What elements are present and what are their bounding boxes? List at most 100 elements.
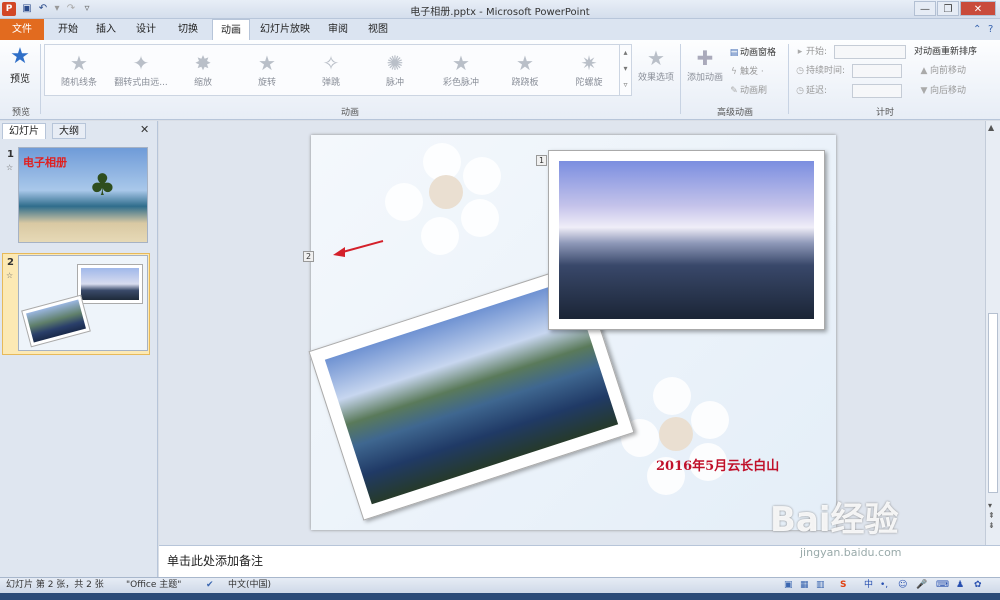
star-icon: ★: [452, 51, 470, 75]
group-separator: [788, 44, 789, 114]
tab-design[interactable]: 设计: [128, 19, 164, 40]
snow-mountain-image: [559, 161, 814, 319]
group-separator: [40, 44, 41, 114]
animation-pane-icon: ▤: [729, 48, 739, 58]
star-animation-icon: ☆: [6, 163, 14, 172]
theme-status[interactable]: "Office 主题": [126, 578, 181, 593]
duration-label: ◷ 持续时间:: [794, 64, 845, 78]
animation-flip[interactable]: ✦ 翻转式由远...: [111, 51, 171, 95]
star-icon: ✧: [322, 51, 340, 75]
tab-transitions[interactable]: 切换: [170, 19, 206, 40]
animation-marker-2[interactable]: 2: [303, 251, 314, 262]
animation-gallery[interactable]: ★ 随机线条 ✦ 翻转式由远... ✸ 缩放 ★ 旋转 ✧ 弹跳 ✺ 脉冲 ★ 彩色脉冲 ★ 跷…: [44, 44, 632, 96]
add-animation-button[interactable]: ✚ 添加动画: [683, 46, 727, 90]
status-bar: 幻灯片 第 2 张，共 2 张 "Office 主题" ✔ 中文(中国) ▣ ▦…: [0, 577, 1000, 593]
trigger-button[interactable]: ϟ 触发 ·: [728, 65, 764, 79]
tab-outline[interactable]: 大纲: [52, 123, 86, 139]
gallery-scroll[interactable]: ▴ ▾ ▿: [619, 45, 631, 95]
tab-slideshow[interactable]: 幻灯片放映: [252, 19, 318, 40]
animation-bounce[interactable]: ✧ 弹跳: [301, 51, 361, 95]
reorder-title: 对动画重新排序: [914, 47, 978, 57]
start-select[interactable]: [834, 45, 906, 59]
skin-icon[interactable]: ✿: [974, 578, 982, 593]
emoji-icon[interactable]: ☺: [898, 578, 907, 593]
slide-number: 1: [7, 149, 14, 160]
star-icon: ✦: [132, 51, 150, 75]
palm-tree-image: ♣: [89, 168, 116, 203]
page-nav-icons[interactable]: ▾ ⇞ ⇟: [988, 501, 995, 531]
animation-pulse[interactable]: ✺ 脉冲: [365, 51, 425, 95]
scroll-up-icon[interactable]: ▲: [988, 123, 994, 132]
animation-label: 脉冲: [385, 78, 404, 88]
advanced-group-label: 高级动画: [716, 108, 753, 118]
tab-review[interactable]: 审阅: [320, 19, 356, 40]
windows-taskbar: [0, 593, 1000, 600]
clock-icon: ◷: [796, 66, 804, 76]
effect-options-label: 效果选项: [637, 73, 674, 83]
move-earlier-button[interactable]: ▲ 向前移动: [918, 64, 966, 78]
tab-view[interactable]: 视图: [360, 19, 396, 40]
timing-group-label: 计时: [875, 108, 894, 118]
scroll-thumb[interactable]: [988, 313, 998, 493]
tab-home[interactable]: 开始: [50, 19, 86, 40]
close-button[interactable]: ✕: [960, 1, 996, 16]
slide-sorter-icon[interactable]: ▦: [800, 578, 809, 593]
chinese-mode-icon[interactable]: 中: [864, 578, 873, 593]
slide-thumbnail-2[interactable]: [18, 255, 148, 351]
animation-spin[interactable]: ★ 旋转: [237, 51, 297, 95]
keyboard-icon[interactable]: ⌨: [936, 578, 949, 593]
microphone-icon[interactable]: 🎤: [916, 578, 927, 593]
reading-view-icon[interactable]: ▥: [816, 578, 825, 593]
effect-options-button[interactable]: ★ 效果选项: [634, 46, 678, 90]
star-icon: ✺: [386, 51, 404, 75]
animation-random-lines[interactable]: ★ 随机线条: [49, 51, 109, 95]
animation-label: 跷跷板: [511, 78, 539, 88]
animation-painter-button[interactable]: ✎ 动画刷: [728, 84, 767, 98]
slide-thumbnail-1[interactable]: 电子相册 ♣: [18, 147, 148, 243]
group-separator: [680, 44, 681, 114]
animation-group-label: 动画: [340, 108, 359, 118]
delay-text: 延迟:: [806, 86, 828, 96]
snow-mountain-photo[interactable]: [548, 150, 825, 330]
slide-count-status: 幻灯片 第 2 张，共 2 张: [6, 580, 104, 590]
slide-canvas[interactable]: 1 2 2016年5月云长白山: [303, 135, 836, 530]
tab-insert[interactable]: 插入: [88, 19, 124, 40]
flower-decoration: [461, 199, 499, 237]
vertical-scrollbar[interactable]: ▲ ▾ ⇞ ⇟: [985, 121, 1000, 545]
window-title: 电子相册.pptx - Microsoft PowerPoint: [410, 7, 590, 18]
mountain-photo-thumb: [77, 264, 143, 304]
mountain-photo-image: [81, 268, 139, 300]
clock-icon: ◷: [796, 86, 804, 96]
brush-icon: ✎: [730, 86, 738, 96]
user-icon[interactable]: ♟: [956, 578, 964, 593]
move-later-button[interactable]: ▼ 向后移动: [918, 84, 966, 98]
tab-slides[interactable]: 幻灯片: [2, 123, 46, 139]
duration-spinner[interactable]: [852, 64, 902, 78]
animation-spinner[interactable]: ✷ 陀螺旋: [559, 51, 619, 95]
language-status[interactable]: 中文(中国): [228, 578, 271, 593]
spell-check-icon[interactable]: ✔: [206, 578, 214, 593]
normal-view-icon[interactable]: ▣: [784, 578, 793, 593]
ribbon-tab-bar: 文件 开始 插入 设计 切换 动画 幻灯片放映 审阅 视图 ⌃ ?: [0, 19, 1000, 41]
animation-marker-1[interactable]: 1: [536, 155, 547, 166]
animation-pane-button[interactable]: ▤ 动画窗格: [728, 46, 776, 60]
animation-zoom[interactable]: ✸ 缩放: [173, 51, 233, 95]
animation-color-pulse[interactable]: ★ 彩色脉冲: [431, 51, 491, 95]
minimize-button[interactable]: —: [914, 1, 936, 16]
lightning-icon: ϟ: [731, 67, 737, 77]
flower-center: [429, 175, 463, 209]
animation-pane-label: 动画窗格: [740, 48, 777, 58]
move-earlier-label: 向前移动: [930, 66, 967, 76]
tab-file[interactable]: 文件: [0, 19, 44, 40]
animation-teeter[interactable]: ★ 跷跷板: [495, 51, 555, 95]
preview-button[interactable]: ★ 预览: [4, 44, 36, 85]
sogou-input-icon[interactable]: S: [840, 578, 846, 593]
delay-spinner[interactable]: [852, 84, 902, 98]
star-icon: ★: [516, 51, 534, 75]
help-icon[interactable]: ?: [980, 19, 1000, 40]
tab-animations[interactable]: 动画: [212, 19, 250, 41]
star-preview-icon: ★: [10, 44, 30, 69]
punctuation-icon[interactable]: •,: [880, 578, 888, 593]
close-pane-icon[interactable]: ✕: [140, 123, 149, 136]
maximize-button[interactable]: ❐: [937, 1, 959, 16]
